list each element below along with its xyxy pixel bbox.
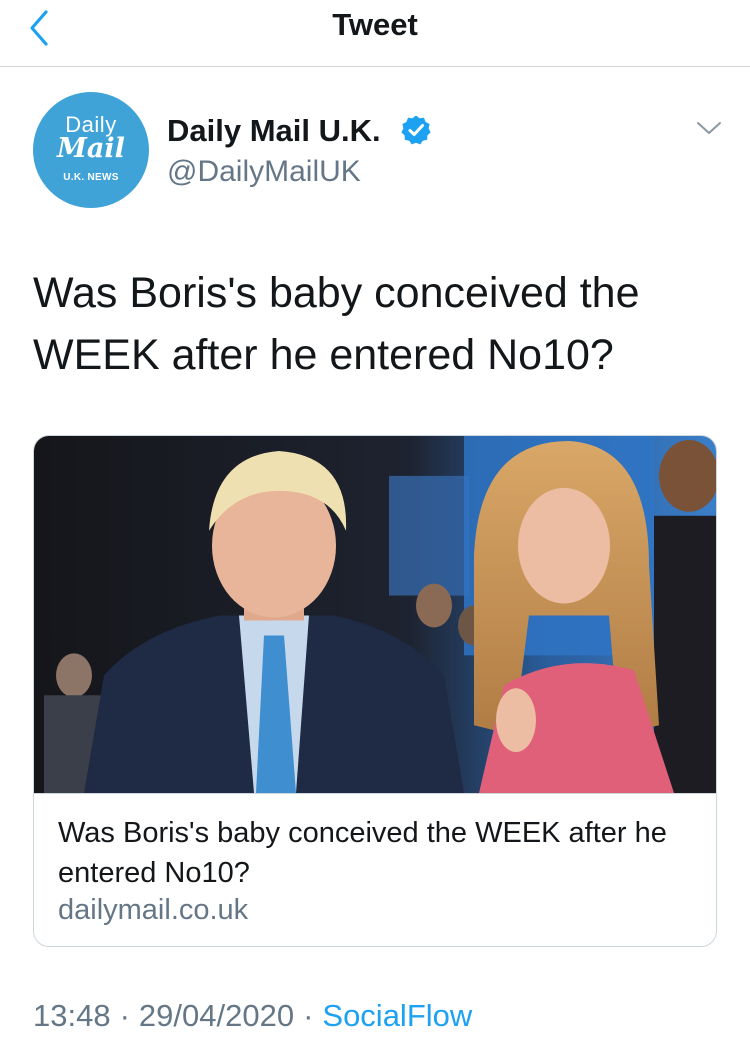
tweet-text: Was Boris's baby conceived the WEEK afte… bbox=[33, 269, 640, 379]
author-handle[interactable]: @DailyMailUK bbox=[167, 155, 361, 189]
navigation-bar: Tweet bbox=[0, 0, 750, 67]
avatar-logo-subtitle: U.K. NEWS bbox=[63, 172, 119, 183]
avatar[interactable]: Daily Mail U.K. NEWS bbox=[33, 92, 149, 208]
verified-badge-icon bbox=[401, 115, 431, 145]
tweet-date: 29/04/2020 bbox=[138, 998, 295, 1033]
page-title: Tweet bbox=[332, 7, 418, 42]
separator: · bbox=[119, 998, 130, 1033]
chevron-down-icon[interactable] bbox=[696, 118, 722, 138]
separator: · bbox=[303, 998, 314, 1033]
avatar-logo-mail: Mail bbox=[57, 133, 125, 164]
tweet-metadata: 13:48 · 29/04/2020 · SocialFlow bbox=[33, 998, 472, 1034]
link-card[interactable]: Was Boris's baby conceived the WEEK afte… bbox=[33, 435, 717, 947]
card-image bbox=[34, 436, 716, 794]
tweet-time: 13:48 bbox=[33, 998, 111, 1033]
card-domain: dailymail.co.uk bbox=[58, 894, 249, 926]
author-display-name[interactable]: Daily Mail U.K. bbox=[167, 113, 381, 149]
tweet-source-link[interactable]: SocialFlow bbox=[322, 998, 472, 1033]
card-title: Was Boris's baby conceived the WEEK afte… bbox=[58, 817, 667, 889]
